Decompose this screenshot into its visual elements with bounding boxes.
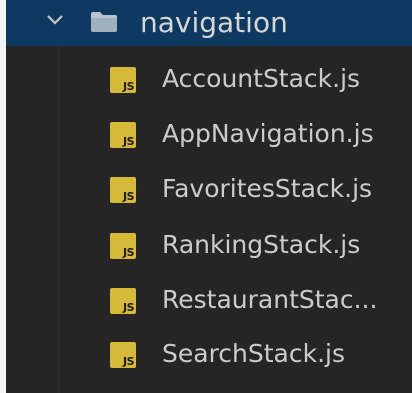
- js-file-icon: JS: [110, 288, 136, 314]
- file-label: AccountStack.js: [162, 64, 361, 93]
- js-icon-label: JS: [122, 80, 135, 93]
- folder-label: navigation: [140, 6, 288, 39]
- file-label: SearchStack.js: [162, 339, 346, 368]
- file-item-rankingstack[interactable]: JS RankingStack.js: [6, 215, 412, 267]
- js-file-icon: JS: [110, 177, 136, 203]
- file-label: RestaurantStac...: [162, 285, 378, 314]
- file-label: RankingStack.js: [162, 230, 361, 259]
- file-item-accountstack[interactable]: JS AccountStack.js: [6, 50, 412, 102]
- file-label: FavoritesStack.js: [162, 174, 373, 203]
- js-file-icon: JS: [110, 342, 136, 368]
- js-icon-label: JS: [122, 301, 135, 314]
- file-item-searchstack[interactable]: JS SearchStack.js: [6, 325, 412, 377]
- js-icon-label: JS: [122, 135, 135, 148]
- file-item-favoritesstack[interactable]: JS FavoritesStack.js: [6, 160, 412, 212]
- file-explorer-panel: navigation JS AccountStack.js JS AppNavi…: [0, 0, 412, 393]
- file-item-restaurantstack[interactable]: JS RestaurantStac...: [6, 270, 412, 322]
- folder-row-navigation[interactable]: navigation: [6, 0, 412, 46]
- js-icon-label: JS: [122, 246, 135, 259]
- js-icon-label: JS: [122, 190, 135, 203]
- folder-icon: [91, 12, 117, 32]
- js-file-icon: JS: [110, 122, 136, 148]
- js-icon-label: JS: [122, 355, 135, 368]
- js-file-icon: JS: [110, 67, 136, 93]
- file-label: AppNavigation.js: [162, 119, 374, 148]
- chevron-down-icon[interactable]: [46, 11, 64, 29]
- js-file-icon: JS: [110, 233, 136, 259]
- file-item-appnavigation[interactable]: JS AppNavigation.js: [6, 104, 412, 156]
